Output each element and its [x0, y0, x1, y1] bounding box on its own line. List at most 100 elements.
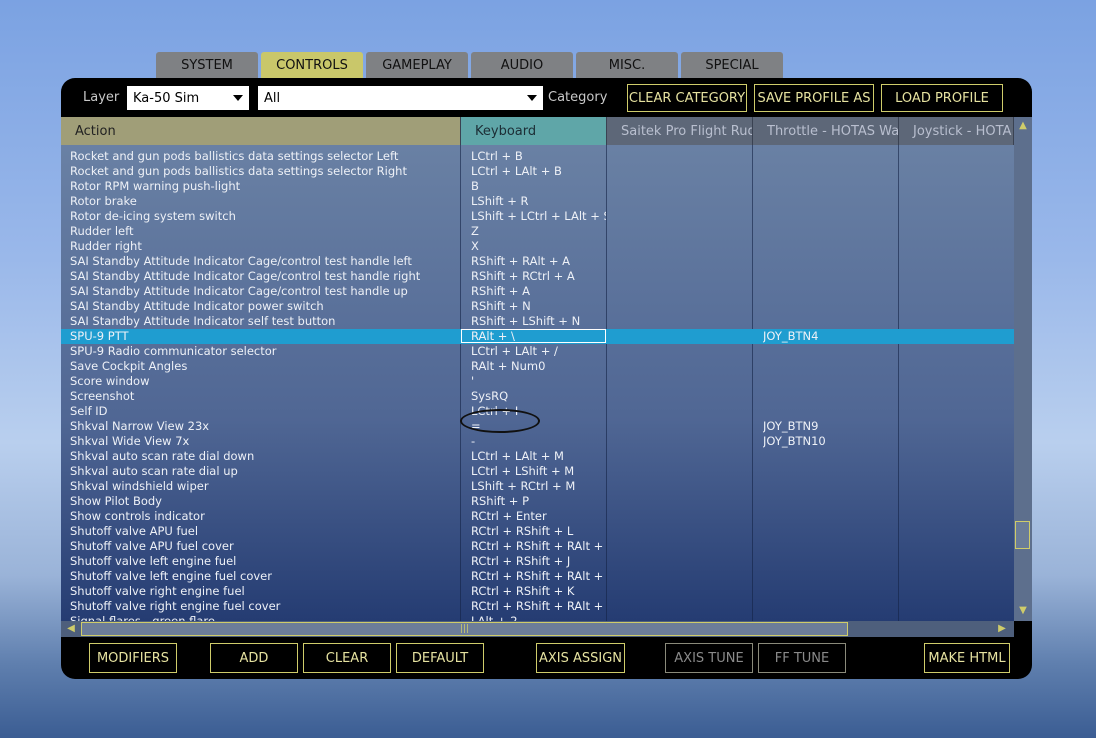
- throttle-binding[interactable]: [763, 509, 898, 524]
- throttle-binding[interactable]: [763, 464, 898, 479]
- table-row[interactable]: Shutoff valve APU fuel cover RCtrl + RShi…: [61, 539, 1014, 554]
- throttle-binding[interactable]: [763, 584, 898, 599]
- throttle-binding[interactable]: [763, 344, 898, 359]
- table-row[interactable]: Shutoff valve APU fuel RCtrl + RShift + L: [61, 524, 1014, 539]
- throttle-binding[interactable]: [763, 494, 898, 509]
- category-select[interactable]: All: [258, 86, 543, 110]
- layer-select[interactable]: Ka-50 Sim: [127, 86, 249, 110]
- column-joystick[interactable]: Joystick - HOTA: [899, 117, 1014, 145]
- keyboard-binding[interactable]: RShift + RAlt + A: [471, 254, 606, 269]
- table-row[interactable]: Rocket and gun pods ballistics data sett…: [61, 164, 1014, 179]
- arrow-up-icon[interactable]: ▲: [1015, 118, 1031, 134]
- table-row[interactable]: Shkval auto scan rate dial down LCtrl + L…: [61, 449, 1014, 464]
- table-row[interactable]: Shutoff valve right engine fuel cover RCt…: [61, 599, 1014, 614]
- default-button[interactable]: DEFAULT: [396, 643, 484, 673]
- throttle-binding[interactable]: [763, 374, 898, 389]
- tab-gameplay[interactable]: GAMEPLAY: [366, 52, 468, 78]
- tab-misc[interactable]: MISC.: [576, 52, 678, 78]
- table-row[interactable]: SAI Standby Attitude Indicator Cage/cont…: [61, 254, 1014, 269]
- table-row[interactable]: Shutoff valve left engine fuel RCtrl + RS…: [61, 554, 1014, 569]
- keyboard-binding[interactable]: RCtrl + RShift + J: [471, 554, 606, 569]
- make-html-button[interactable]: MAKE HTML: [924, 643, 1010, 673]
- keyboard-binding[interactable]: LCtrl + LShift + M: [471, 464, 606, 479]
- table-row[interactable]: Score window ': [61, 374, 1014, 389]
- keyboard-binding[interactable]: LShift + R: [471, 194, 606, 209]
- throttle-binding[interactable]: [763, 209, 898, 224]
- ff-tune-button[interactable]: FF TUNE: [758, 643, 846, 673]
- table-row[interactable]: Show Pilot Body RShift + P: [61, 494, 1014, 509]
- axis-tune-button[interactable]: AXIS TUNE: [665, 643, 753, 673]
- load-profile-button[interactable]: LOAD PROFILE: [881, 84, 1003, 112]
- keyboard-binding[interactable]: RCtrl + RShift + RAlt + K: [471, 599, 606, 614]
- vertical-scrollbar[interactable]: ▲ ▼: [1014, 117, 1032, 621]
- keyboard-binding[interactable]: ': [471, 374, 606, 389]
- throttle-binding[interactable]: [763, 524, 898, 539]
- throttle-binding[interactable]: [763, 164, 898, 179]
- table-row[interactable]: SPU-9 PTT RAlt + \ JOY_BTN4: [61, 329, 1014, 344]
- keyboard-binding[interactable]: RShift + N: [471, 299, 606, 314]
- throttle-binding[interactable]: [763, 194, 898, 209]
- throttle-binding[interactable]: JOY_BTN9: [763, 419, 898, 434]
- keyboard-binding[interactable]: RShift + A: [471, 284, 606, 299]
- table-row[interactable]: SAI Standby Attitude Indicator power swi…: [61, 299, 1014, 314]
- keyboard-binding[interactable]: RShift + P: [471, 494, 606, 509]
- throttle-binding[interactable]: [763, 554, 898, 569]
- table-row[interactable]: Rotor brake LShift + R: [61, 194, 1014, 209]
- keyboard-binding[interactable]: LCtrl + LAlt + M: [471, 449, 606, 464]
- column-action[interactable]: Action: [61, 117, 461, 145]
- throttle-binding[interactable]: [763, 284, 898, 299]
- save-profile-as-button[interactable]: SAVE PROFILE AS: [754, 84, 874, 112]
- horizontal-scroll-thumb[interactable]: |||: [81, 622, 848, 636]
- column-keyboard[interactable]: Keyboard: [461, 117, 607, 145]
- keyboard-binding[interactable]: LCtrl + LAlt + /: [471, 344, 606, 359]
- table-row[interactable]: Rotor de-icing system switch LShift + LCt…: [61, 209, 1014, 224]
- column-throttle[interactable]: Throttle - HOTAS Wa: [753, 117, 899, 145]
- throttle-binding[interactable]: [763, 314, 898, 329]
- tab-controls[interactable]: CONTROLS: [261, 52, 363, 78]
- keyboard-binding[interactable]: -: [471, 434, 606, 449]
- horizontal-scrollbar[interactable]: ◀ ||| ▶: [61, 621, 1014, 637]
- clear-category-button[interactable]: CLEAR CATEGORY: [627, 84, 747, 112]
- keyboard-binding[interactable]: LShift + RCtrl + M: [471, 479, 606, 494]
- table-row[interactable]: Shkval Wide View 7x - JOY_BTN10: [61, 434, 1014, 449]
- keyboard-binding[interactable]: RShift + RCtrl + A: [471, 269, 606, 284]
- table-row[interactable]: Shutoff valve left engine fuel cover RCtr…: [61, 569, 1014, 584]
- table-row[interactable]: Rudder left Z: [61, 224, 1014, 239]
- clear-button[interactable]: CLEAR: [303, 643, 391, 673]
- throttle-binding[interactable]: [763, 389, 898, 404]
- throttle-binding[interactable]: [763, 359, 898, 374]
- keyboard-binding[interactable]: X: [471, 239, 606, 254]
- throttle-binding[interactable]: [763, 539, 898, 554]
- throttle-binding[interactable]: [763, 179, 898, 194]
- keyboard-binding[interactable]: RCtrl + RShift + L: [471, 524, 606, 539]
- table-row[interactable]: SAI Standby Attitude Indicator Cage/cont…: [61, 269, 1014, 284]
- table-row[interactable]: Signal flares - green flare LAlt + 2: [61, 614, 1014, 621]
- arrow-right-icon[interactable]: ▶: [994, 621, 1010, 637]
- keyboard-binding[interactable]: LAlt + 2: [471, 614, 606, 621]
- table-row[interactable]: Shkval auto scan rate dial up LCtrl + LSh…: [61, 464, 1014, 479]
- throttle-binding[interactable]: [763, 404, 898, 419]
- keyboard-binding[interactable]: Z: [471, 224, 606, 239]
- throttle-binding[interactable]: [763, 254, 898, 269]
- column-rudder-pedals[interactable]: Saitek Pro Flight Rud: [607, 117, 753, 145]
- throttle-binding[interactable]: [763, 299, 898, 314]
- throttle-binding[interactable]: [763, 614, 898, 621]
- throttle-binding[interactable]: [763, 239, 898, 254]
- keyboard-binding[interactable]: LCtrl + B: [471, 149, 606, 164]
- arrow-down-icon[interactable]: ▼: [1015, 603, 1031, 619]
- modifiers-button[interactable]: MODIFIERS: [89, 643, 177, 673]
- tab-audio[interactable]: AUDIO: [471, 52, 573, 78]
- keyboard-binding[interactable]: RCtrl + Enter: [471, 509, 606, 524]
- throttle-binding[interactable]: [763, 149, 898, 164]
- arrow-left-icon[interactable]: ◀: [63, 621, 79, 637]
- throttle-binding[interactable]: JOY_BTN4: [763, 329, 898, 344]
- table-row[interactable]: Rocket and gun pods ballistics data sett…: [61, 149, 1014, 164]
- throttle-binding[interactable]: JOY_BTN10: [763, 434, 898, 449]
- keyboard-binding[interactable]: LShift + LCtrl + LAlt + S: [471, 209, 606, 224]
- table-row[interactable]: Shutoff valve right engine fuel RCtrl + R…: [61, 584, 1014, 599]
- keyboard-binding[interactable]: LCtrl + LAlt + B: [471, 164, 606, 179]
- table-row[interactable]: SPU-9 Radio communicator selector LCtrl +…: [61, 344, 1014, 359]
- keyboard-binding[interactable]: RShift + LShift + N: [471, 314, 606, 329]
- throttle-binding[interactable]: [763, 479, 898, 494]
- table-row[interactable]: SAI Standby Attitude Indicator self test…: [61, 314, 1014, 329]
